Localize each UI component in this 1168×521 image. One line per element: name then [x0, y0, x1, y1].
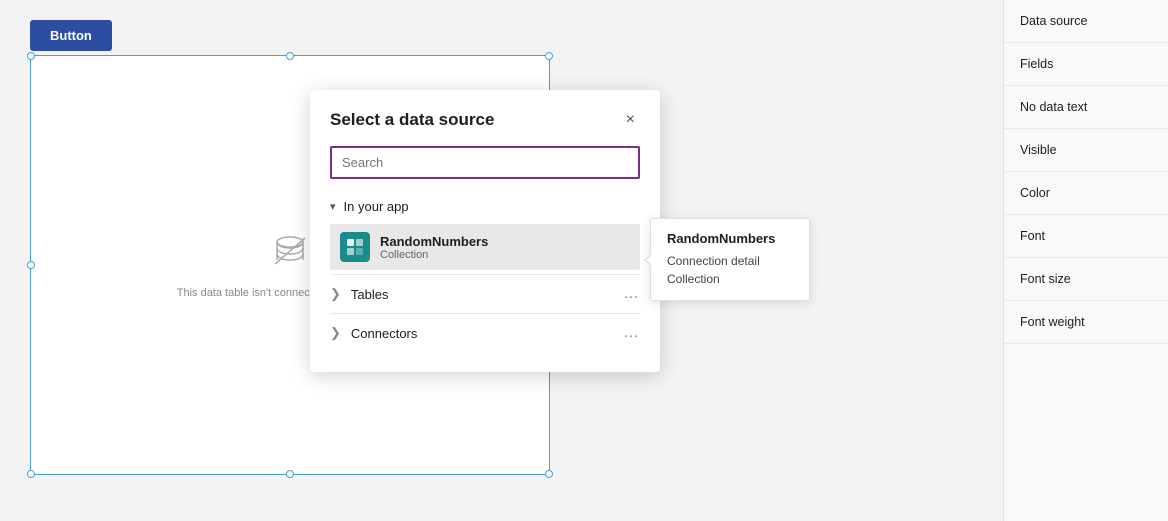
- in-your-app-section[interactable]: ▾ In your app: [330, 193, 640, 220]
- panel-item-font[interactable]: Font: [1004, 215, 1168, 258]
- panel-item-font-weight[interactable]: Font weight: [1004, 301, 1168, 344]
- collection-icon: [340, 232, 370, 262]
- button-widget[interactable]: Button: [30, 20, 112, 51]
- canvas-area: Button This data tabl: [0, 0, 1003, 521]
- panel-item-fields[interactable]: Fields: [1004, 43, 1168, 86]
- chevron-right-icon-2: ❯: [330, 325, 341, 341]
- tables-ellipsis-button[interactable]: …: [623, 285, 640, 303]
- tooltip-row-1: Connection detail: [667, 252, 793, 270]
- right-panel: Data sourceFieldsNo data textVisibleColo…: [1003, 0, 1168, 521]
- connectors-section[interactable]: ❯ Connectors …: [330, 313, 640, 352]
- connectors-ellipsis-button[interactable]: …: [623, 324, 640, 342]
- handle-bot-center[interactable]: [286, 470, 294, 478]
- modal-header: Select a data source ×: [330, 110, 640, 130]
- modal-close-button[interactable]: ×: [621, 110, 640, 130]
- handle-top-left[interactable]: [27, 52, 35, 60]
- panel-item-data-source[interactable]: Data source: [1004, 0, 1168, 43]
- random-numbers-item[interactable]: RandomNumbers Collection: [330, 224, 640, 270]
- chevron-right-icon: ❯: [330, 286, 341, 302]
- panel-item-visible[interactable]: Visible: [1004, 129, 1168, 172]
- chevron-down-icon: ▾: [330, 200, 336, 213]
- handle-top-right[interactable]: [545, 52, 553, 60]
- random-numbers-name: RandomNumbers: [380, 234, 488, 249]
- panel-item-color[interactable]: Color: [1004, 172, 1168, 215]
- search-input[interactable]: [330, 146, 640, 179]
- connectors-section-left: ❯ Connectors: [330, 325, 417, 341]
- panel-item-no-data-text[interactable]: No data text: [1004, 86, 1168, 129]
- modal-title: Select a data source: [330, 110, 494, 130]
- tooltip-row-2: Collection: [667, 270, 793, 288]
- tables-section-left: ❯ Tables: [330, 286, 388, 302]
- in-your-app-label: In your app: [344, 199, 409, 214]
- panel-item-font-size[interactable]: Font size: [1004, 258, 1168, 301]
- handle-top-center[interactable]: [286, 52, 294, 60]
- random-numbers-info: RandomNumbers Collection: [380, 234, 488, 261]
- random-numbers-type: Collection: [380, 249, 488, 261]
- connectors-label: Connectors: [351, 326, 417, 341]
- tooltip-popup: RandomNumbers Connection detail Collecti…: [650, 218, 810, 301]
- handle-bot-left[interactable]: [27, 470, 35, 478]
- handle-bot-right[interactable]: [545, 470, 553, 478]
- tables-label: Tables: [351, 287, 389, 302]
- tooltip-title: RandomNumbers: [667, 231, 793, 246]
- handle-mid-left[interactable]: [27, 261, 35, 269]
- data-source-modal: Select a data source × ▾ In your app Ran…: [310, 90, 660, 372]
- database-icon: [271, 232, 309, 279]
- tables-section[interactable]: ❯ Tables …: [330, 274, 640, 313]
